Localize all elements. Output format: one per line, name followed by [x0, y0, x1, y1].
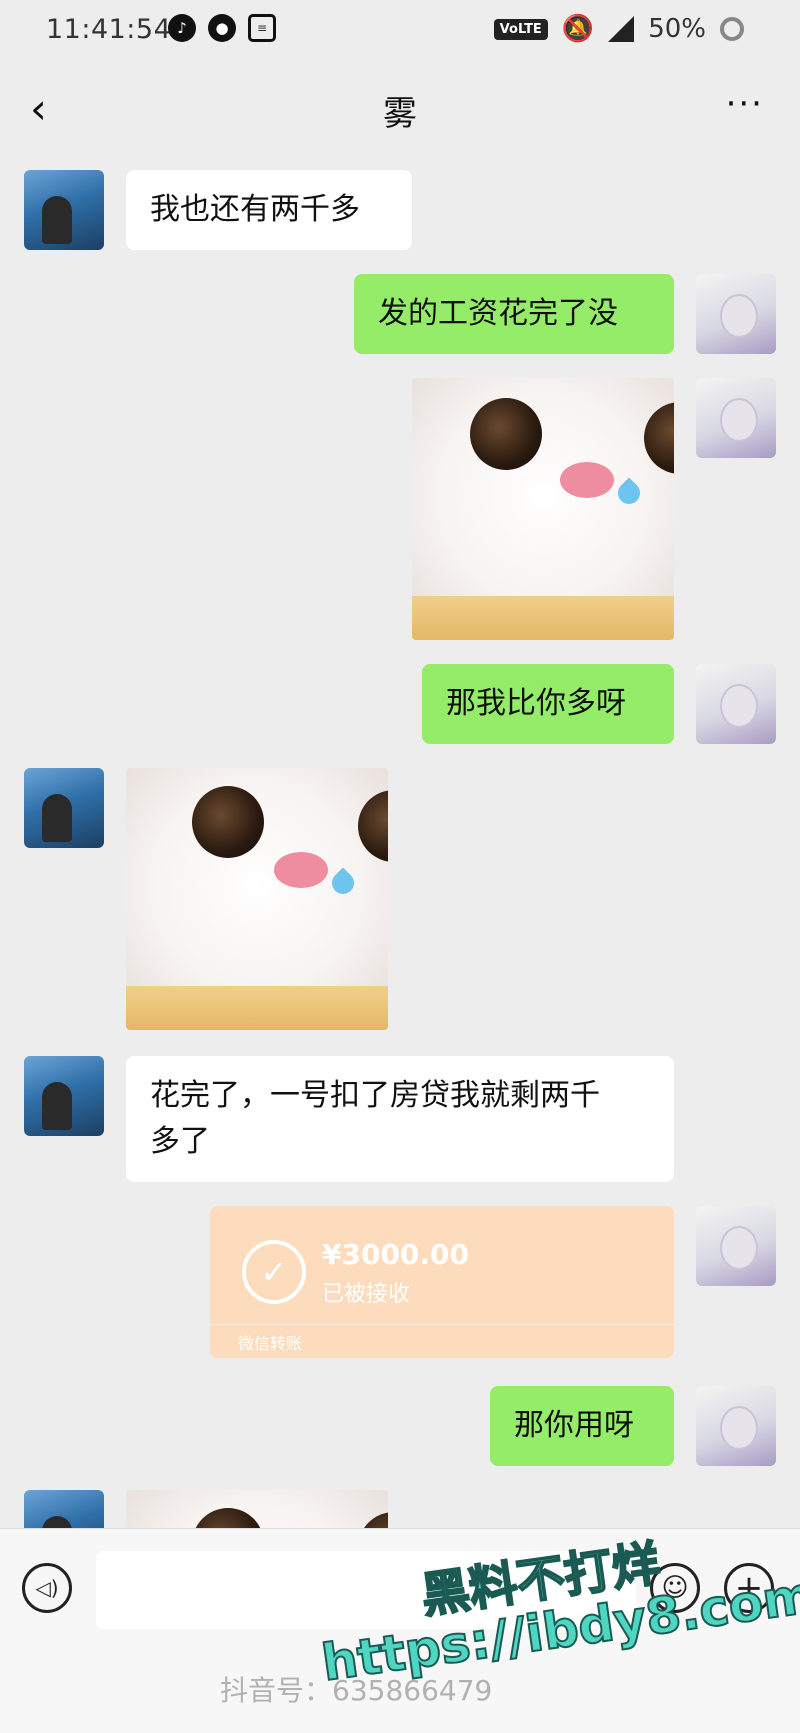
- contact-avatar[interactable]: [24, 1490, 104, 1528]
- my-avatar[interactable]: [696, 664, 776, 744]
- transfer-card[interactable]: ✓ ¥3000.00 已被接收 微信转账: [210, 1206, 674, 1358]
- contact-avatar[interactable]: [24, 768, 104, 848]
- sticker-sweater: [126, 986, 388, 1030]
- message-bubble-sent[interactable]: 那你用呀: [490, 1386, 674, 1466]
- status-right: VoLTE 🔕 50%: [493, 14, 744, 44]
- contact-avatar[interactable]: [24, 170, 104, 250]
- my-avatar[interactable]: [696, 378, 776, 458]
- sticker-eye: [644, 402, 674, 474]
- check-icon: ✓: [242, 1240, 306, 1304]
- battery-text: 50%: [648, 14, 706, 44]
- sticker-eye: [358, 1512, 388, 1528]
- transfer-divider: [210, 1324, 674, 1325]
- transfer-amount: ¥3000.00: [322, 1238, 470, 1271]
- more-button[interactable]: ···: [726, 84, 764, 124]
- contact-avatar[interactable]: [24, 1056, 104, 1136]
- message-list[interactable]: 我也还有两千多 发的工资花完了没 那我比你多呀 花完了，一号扣了房贷我就剩两千 …: [0, 160, 800, 1528]
- chat-header: ‹ 雾 ···: [0, 70, 800, 146]
- message-line: 多了: [150, 1124, 210, 1159]
- my-avatar[interactable]: [696, 1386, 776, 1466]
- crying-cat-sticker[interactable]: [126, 768, 388, 1030]
- crying-cat-sticker[interactable]: [412, 378, 674, 640]
- sticker-eye: [470, 398, 542, 470]
- message-bubble-sent[interactable]: 发的工资花完了没: [354, 274, 674, 354]
- volte-badge: VoLTE: [493, 18, 548, 40]
- battery-icon: [720, 17, 744, 41]
- sticker-eye: [192, 1508, 264, 1528]
- transfer-label: 微信转账: [238, 1334, 303, 1353]
- sticker-eye: [192, 786, 264, 858]
- voice-icon: ◁): [35, 1576, 59, 1600]
- status-bar: 11:41:54 ♪ ● ≡ VoLTE 🔕 50%: [0, 0, 800, 60]
- voice-button[interactable]: ◁): [22, 1563, 72, 1613]
- transfer-status: 已被接收: [322, 1282, 411, 1307]
- chat-title: 雾: [383, 94, 417, 134]
- sticker-eye: [358, 790, 388, 862]
- signal-icon: [608, 16, 635, 42]
- sticker-nose: [560, 462, 614, 498]
- sticker-sweater: [412, 596, 674, 640]
- sticker-nose: [274, 852, 328, 888]
- notification-icons: ♪ ● ≡: [168, 14, 276, 42]
- crying-cat-sticker[interactable]: [126, 1490, 388, 1528]
- my-avatar[interactable]: [696, 1206, 776, 1286]
- sticker-tear: [327, 867, 359, 899]
- message-line: 花完了，一号扣了房贷我就剩两千: [150, 1078, 600, 1113]
- mute-icon: 🔕: [561, 14, 595, 44]
- status-time: 11:41:54: [46, 14, 172, 45]
- message-bubble-received[interactable]: 花完了，一号扣了房贷我就剩两千 多了: [126, 1056, 674, 1182]
- tiktok-icon: ♪: [168, 14, 196, 42]
- location-icon: ●: [208, 14, 236, 42]
- my-avatar[interactable]: [696, 274, 776, 354]
- sticker-tear: [613, 477, 645, 509]
- message-icon: ≡: [248, 14, 276, 42]
- message-bubble-received[interactable]: 我也还有两千多: [126, 170, 412, 250]
- message-bubble-sent[interactable]: 那我比你多呀: [422, 664, 674, 744]
